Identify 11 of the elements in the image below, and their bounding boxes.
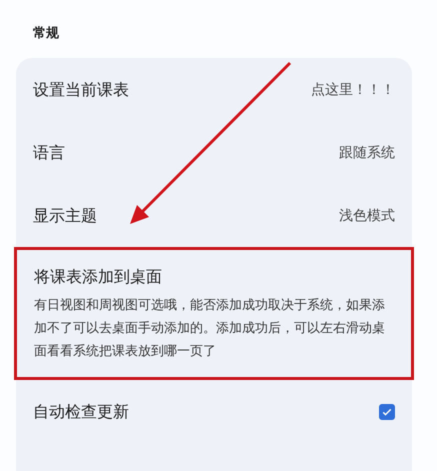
section-title: 常规 xyxy=(33,26,59,41)
checkbox[interactable] xyxy=(379,404,395,420)
setting-label[interactable]: 显示主题 xyxy=(33,204,97,226)
setting-value[interactable]: 跟随系统 xyxy=(339,142,395,162)
setting-label[interactable]: 自动检查更新 xyxy=(33,400,129,422)
setting-label[interactable]: 语言 xyxy=(33,142,65,164)
setting-label[interactable]: 设置当前课表 xyxy=(33,78,129,100)
setting-value[interactable]: 浅色模式 xyxy=(339,206,395,226)
setting-value[interactable]: 点这里！！！ xyxy=(311,80,395,100)
setting-label[interactable]: 将课表添加到桌面 xyxy=(34,266,162,288)
setting-description: 有日视图和周视图可选哦，能否添加成功取决于系统，如果添加不了可以去桌面手动添加的。添加成功后，可以左右滑动桌面看看系统把课表放到哪一页了 xyxy=(34,297,386,361)
